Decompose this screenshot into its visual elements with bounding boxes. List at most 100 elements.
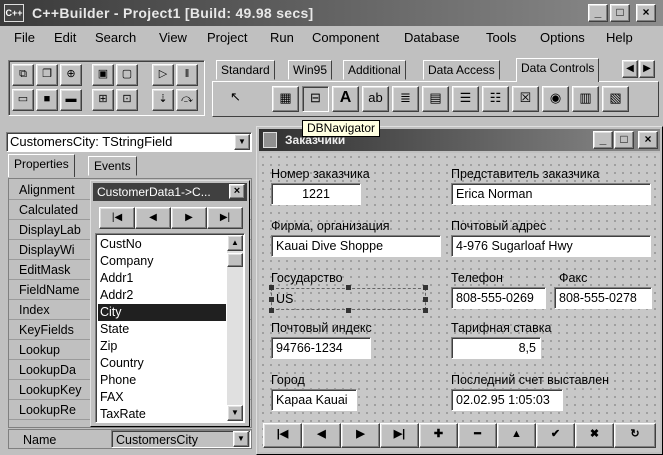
tab-standard[interactable]: Standard [216,60,275,80]
pause-icon[interactable]: ‖ [176,64,198,86]
list-item[interactable]: TaxRate [98,406,226,423]
tab-win95[interactable]: Win95 [288,60,333,80]
minimize-button[interactable]: _ [588,4,608,22]
menu-search[interactable]: Search [95,30,136,45]
first-record-button[interactable]: |◀ [263,423,302,448]
list-item-selected[interactable]: City [98,304,226,321]
state-field[interactable]: US [271,288,426,310]
next-record-button[interactable]: ▶ [341,423,380,448]
selection-handle[interactable] [269,308,274,313]
address-field[interactable]: 4-976 Sugarloaf Hwy [451,235,651,257]
toggle-form-icon[interactable]: ⊞ [92,89,114,111]
menu-help[interactable]: Help [606,30,633,45]
post-record-button[interactable]: ✔ [536,423,575,448]
run-icon[interactable]: ▷ [152,64,174,86]
maximize-button[interactable]: □ [610,4,630,22]
edit-record-button[interactable]: ▲ [497,423,536,448]
tax-field[interactable]: 8,5 [451,337,541,359]
dbcheckbox-icon[interactable]: ☒ [512,86,539,112]
chevron-down-icon[interactable]: ▼ [234,134,250,150]
component-selector[interactable]: CustomersCity: TStringField ▼ [6,132,252,152]
main-title-bar[interactable]: C++ C++Builder - Project1 [Build: 49.98 … [0,0,663,26]
list-item[interactable]: Addr2 [98,287,226,304]
selection-handle[interactable] [269,297,274,302]
tab-events[interactable]: Events [88,156,137,176]
list-item[interactable]: CustNo [98,236,226,253]
selection-handle[interactable] [423,285,428,290]
menu-edit[interactable]: Edit [54,30,76,45]
fields-editor-title-bar[interactable]: CustomerData1->C... × [93,183,247,201]
form-maximize-button[interactable]: □ [614,131,634,149]
prior-field-button[interactable]: ◀ [135,207,171,229]
scroll-down-icon[interactable]: ▼ [227,405,243,421]
last-record-button[interactable]: ▶| [380,423,419,448]
select-unit-icon[interactable]: ▣ [92,64,114,86]
chevron-down-icon[interactable]: ▼ [233,431,249,447]
step-over-icon[interactable]: ⤼ [176,89,198,111]
close-icon[interactable]: × [229,184,245,199]
close-button[interactable]: × [636,4,656,22]
dbmemo-icon[interactable]: ≣ [392,86,419,112]
prior-record-button[interactable]: ◀ [302,423,341,448]
dbradiogroup-icon[interactable]: ◉ [542,86,569,112]
fields-list[interactable]: CustNo Company Addr1 Addr2 City State Zi… [95,233,245,423]
form-minimize-button[interactable]: _ [593,131,613,149]
selection-handle[interactable] [423,297,428,302]
tab-additional[interactable]: Additional [343,60,406,80]
scroll-thumb[interactable] [227,253,243,267]
list-item[interactable]: Company [98,253,226,270]
dbtext-icon[interactable]: A [332,86,359,112]
add-to-project-icon[interactable]: ⊕ [60,64,82,86]
dbcombobox-icon[interactable]: ☷ [482,86,509,112]
last-invoice-field[interactable]: 02.02.95 1:05:03 [451,389,563,411]
list-item[interactable]: Addr1 [98,270,226,287]
list-item[interactable]: Zip [98,338,226,355]
scroll-up-icon[interactable]: ▲ [227,235,243,251]
menu-run[interactable]: Run [270,30,294,45]
open-icon[interactable]: ▭ [12,89,34,111]
menu-view[interactable]: View [159,30,187,45]
tab-properties[interactable]: Properties [8,154,75,177]
first-field-button[interactable]: |◀ [99,207,135,229]
dbnavigator-icon[interactable]: ⊟ [302,86,329,112]
cust-no-field[interactable]: 1221 [271,183,361,205]
phone-field[interactable]: 808-555-0269 [451,287,546,309]
dblookuplist-icon[interactable]: ▥ [572,86,599,112]
selection-handle[interactable] [423,308,428,313]
pointer-icon[interactable]: ↖ [222,86,249,112]
insert-record-button[interactable]: ✚ [419,423,458,448]
next-field-button[interactable]: ▶ [171,207,207,229]
tab-data-controls[interactable]: Data Controls [516,58,600,82]
company-field[interactable]: Kauai Dive Shoppe [271,235,441,257]
new-form-icon[interactable]: ⊡ [116,89,138,111]
last-field-button[interactable]: ▶| [207,207,243,229]
tab-data-access[interactable]: Data Access [423,60,500,80]
fields-list-scrollbar[interactable]: ▲ ▼ [227,235,243,421]
menu-project[interactable]: Project [207,30,247,45]
menu-options[interactable]: Options [540,30,585,45]
list-item[interactable]: FAX [98,389,226,406]
form-close-button[interactable]: × [638,131,658,149]
city-field[interactable]: Kapaa Kauai [271,389,357,411]
refresh-record-button[interactable]: ↻ [614,423,656,448]
dblookupcombo-icon[interactable]: ▧ [602,86,629,112]
name-property-value[interactable]: CustomersCity ▼ [111,430,251,448]
add-file-icon[interactable]: ❐ [36,64,58,86]
zip-field[interactable]: 94766-1234 [271,337,371,359]
trace-into-icon[interactable]: ⇣ [152,89,174,111]
delete-record-button[interactable]: ━ [458,423,497,448]
dbedit-icon[interactable]: ab [362,86,389,112]
selection-handle[interactable] [346,308,351,313]
list-item[interactable]: State [98,321,226,338]
palette-scroll-left-icon[interactable]: ◀ [622,60,638,78]
menu-tools[interactable]: Tools [486,30,516,45]
menu-file[interactable]: File [14,30,35,45]
list-item[interactable]: Country [98,355,226,372]
list-item[interactable]: Phone [98,372,226,389]
select-form-icon[interactable]: ▢ [116,64,138,86]
rep-field[interactable]: Erica Norman [451,183,651,205]
menu-database[interactable]: Database [404,30,460,45]
dblistbox-icon[interactable]: ☰ [452,86,479,112]
save-icon[interactable]: ■ [36,89,58,111]
dbgrid-icon[interactable]: ▦ [272,86,299,112]
